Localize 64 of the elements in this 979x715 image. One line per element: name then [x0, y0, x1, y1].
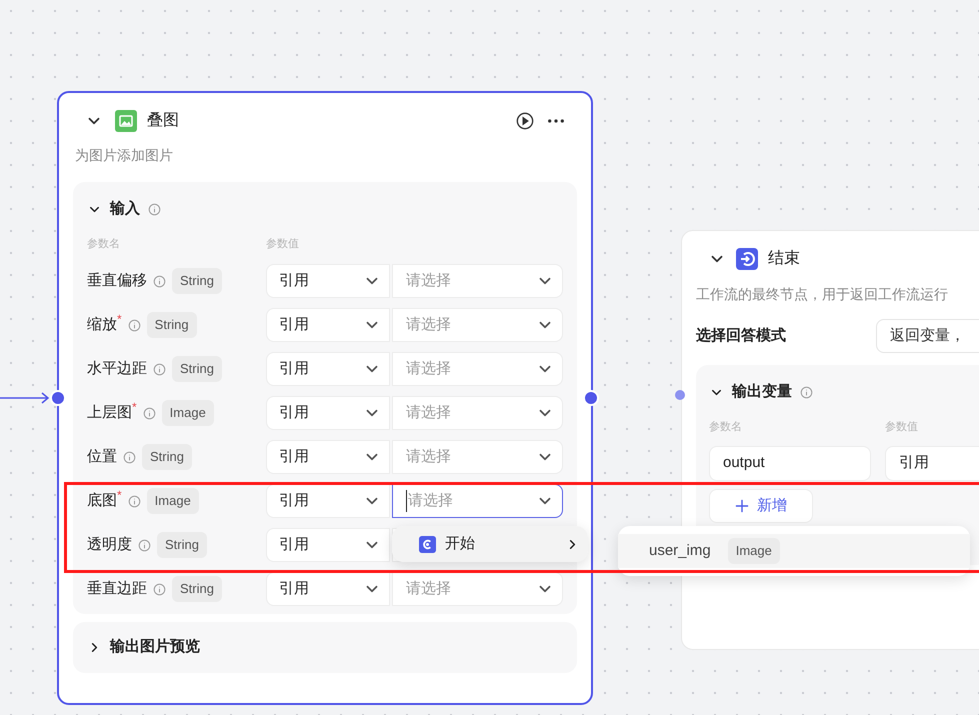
section-title: 输入	[110, 199, 140, 219]
plus-icon	[735, 499, 749, 513]
type-tag: Image	[146, 488, 199, 514]
connector-arrow	[0, 391, 50, 405]
param-name: 透明度	[87, 534, 132, 555]
source-select[interactable]: 引用	[266, 440, 390, 474]
info-icon	[142, 406, 156, 420]
column-header: 参数名	[709, 420, 743, 434]
type-tag: String	[157, 532, 207, 558]
play-icon[interactable]	[516, 112, 534, 130]
param-name: 底图$^{*}$	[87, 490, 122, 511]
mode-select[interactable]: 返回变量，	[876, 319, 979, 353]
param-name-field[interactable]: output	[709, 446, 871, 481]
param-name: 上层图$^{*}$	[87, 402, 137, 423]
type-tag: Image	[728, 538, 780, 564]
node-title: 叠图	[147, 111, 179, 131]
section-title: 输出图片预览	[110, 637, 200, 658]
menu-item[interactable]: 开始	[392, 526, 588, 562]
info-icon	[123, 450, 136, 464]
more-icon[interactable]	[547, 118, 565, 124]
type-tag: String	[172, 356, 222, 382]
type-tag: String	[146, 312, 197, 338]
type-tag: String	[142, 444, 192, 470]
param-name: 垂直边距	[87, 578, 147, 599]
output-port[interactable]	[583, 390, 599, 406]
type-tag: Image	[162, 400, 214, 426]
start-icon	[419, 536, 436, 552]
field-label: 选择回答模式	[696, 326, 787, 346]
node-description: 为图片添加图片	[74, 146, 174, 165]
menu-item-label: 开始	[445, 534, 475, 554]
exit-icon	[736, 248, 758, 270]
section-title: 输出变量	[732, 382, 792, 402]
param-name: 垂直偏移	[87, 270, 147, 291]
info-icon	[128, 318, 141, 332]
image-icon	[115, 110, 137, 132]
input-port[interactable]	[50, 390, 66, 406]
info-icon	[153, 582, 166, 596]
param-name: 水平边距	[87, 358, 147, 379]
info-icon	[138, 538, 151, 552]
node-title: 结束	[768, 248, 800, 269]
info-icon	[128, 494, 141, 508]
info-icon	[153, 362, 166, 376]
type-tag: String	[172, 576, 222, 602]
param-name: 位置	[87, 446, 117, 467]
variable-option[interactable]: user_img Image	[618, 534, 970, 568]
input-port[interactable]	[675, 390, 685, 400]
source-select[interactable]: 引用	[266, 396, 390, 430]
source-select[interactable]: 引用	[266, 264, 390, 298]
source-select[interactable]: 引用	[885, 446, 979, 481]
info-icon	[800, 386, 813, 399]
add-button[interactable]: 新增	[709, 489, 813, 523]
column-header: 参数值	[885, 420, 918, 434]
source-select[interactable]: 引用	[266, 352, 390, 386]
source-select[interactable]: 引用	[266, 572, 390, 606]
source-select[interactable]: 引用	[266, 528, 390, 562]
info-icon	[153, 274, 166, 288]
type-tag: String	[172, 268, 222, 294]
source-select[interactable]: 引用	[266, 308, 390, 342]
param-name: 缩放$^{*}$	[87, 314, 122, 335]
node-description: 工作流的最终节点，用于返回工作流运行	[696, 285, 949, 304]
column-header: 参数名	[87, 236, 121, 252]
info-icon	[148, 202, 161, 216]
source-select[interactable]: 引用	[266, 484, 390, 518]
column-header: 参数值	[266, 236, 299, 252]
